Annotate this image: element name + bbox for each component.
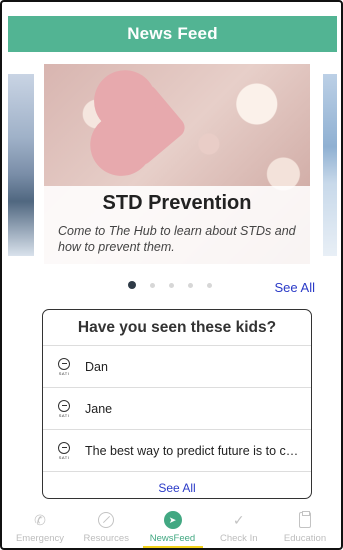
checkmark-icon: ✓ — [232, 511, 245, 528]
carousel-next-card[interactable] — [323, 74, 337, 256]
page-header: News Feed — [8, 16, 337, 52]
pagination-dot[interactable] — [188, 282, 193, 288]
carousel-card-caption: STD Prevention Come to The Hub to learn … — [44, 186, 310, 264]
list-item[interactable]: SATI Dan — [43, 346, 311, 388]
carousel-card[interactable]: STD Prevention Come to The Hub to learn … — [44, 64, 310, 264]
carousel-previous-card[interactable] — [8, 74, 34, 256]
tab-check-in[interactable]: ✓ Check In — [209, 506, 269, 548]
pagination-dot[interactable] — [150, 282, 155, 288]
sati-logo-icon: SATI — [53, 399, 75, 418]
heart-image — [101, 81, 189, 169]
list-item-label: The best way to predict future is to cre… — [85, 443, 301, 458]
navigation-arrow-icon: ➤ — [163, 511, 182, 529]
tab-education[interactable]: Education — [275, 506, 335, 548]
news-carousel[interactable]: STD Prevention Come to The Hub to learn … — [8, 60, 337, 266]
carousel-pagination[interactable] — [128, 281, 212, 289]
compass-icon — [97, 511, 115, 529]
bottom-tab-bar: ✆ Emergency Resources ➤ NewsFeed ✓ Check… — [4, 506, 341, 548]
sati-logo-icon: SATI — [53, 441, 75, 460]
sati-logo-icon: SATI — [53, 357, 75, 376]
carousel-card-description: Come to The Hub to learn about STDs and … — [58, 224, 296, 254]
list-item-label: Dan — [85, 359, 108, 374]
list-item[interactable]: SATI Jane — [43, 388, 311, 430]
list-item[interactable]: SATI The best way to predict future is t… — [43, 430, 311, 472]
clipboard-icon — [296, 511, 314, 529]
tab-newsfeed[interactable]: ➤ NewsFeed — [143, 506, 203, 548]
missing-kids-see-all-link[interactable]: See All — [43, 472, 311, 498]
carousel-card-title: STD Prevention — [102, 192, 252, 214]
page-title: News Feed — [127, 24, 218, 43]
missing-kids-panel: Have you seen these kids? SATI Dan SATI … — [42, 309, 312, 499]
tab-emergency[interactable]: ✆ Emergency — [10, 506, 70, 548]
pagination-dot[interactable] — [207, 282, 212, 288]
pagination-dot[interactable] — [169, 282, 174, 288]
phone-icon: ✆ — [34, 511, 46, 528]
pagination-dot-active[interactable] — [128, 281, 136, 289]
carousel-see-all-link[interactable]: See All — [275, 280, 315, 295]
tab-resources[interactable]: Resources — [76, 506, 136, 548]
app-screen: News Feed STD Prevention Come to The Hub… — [0, 0, 343, 550]
list-item-label: Jane — [85, 401, 113, 416]
missing-kids-title: Have you seen these kids? — [43, 310, 311, 346]
